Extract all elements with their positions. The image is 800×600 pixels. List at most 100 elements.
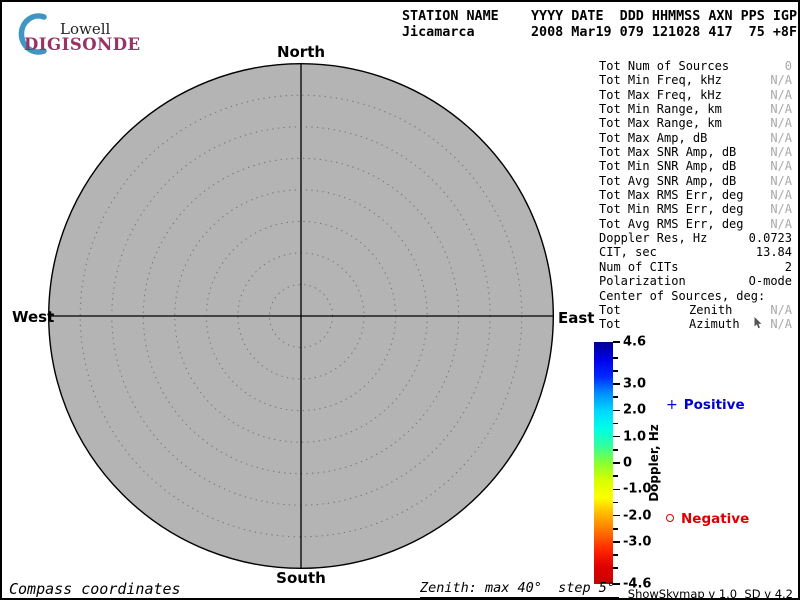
colorbar-minor-tick bbox=[613, 449, 618, 451]
showskymap-window: Lowell DIGISONDE STATION NAME YYYY DATE … bbox=[0, 0, 800, 600]
colorbar-minor-tick bbox=[613, 567, 618, 569]
compass-label-south: South bbox=[276, 569, 326, 587]
stat-value: 2 bbox=[785, 260, 792, 274]
colorbar-minor-tick bbox=[613, 554, 618, 556]
stat-label: Tot Avg SNR Amp, dB bbox=[599, 174, 736, 188]
colorbar-axis-label: Doppler, Hz bbox=[647, 424, 661, 502]
stats-row: Tot Avg SNR Amp, dB N/A bbox=[599, 174, 792, 188]
legend-negative-label: Negative bbox=[681, 511, 749, 527]
colorbar-tick-label: -3.0 bbox=[623, 534, 651, 549]
colorbar-tick-label: 4.6 bbox=[623, 335, 646, 350]
colorbar-minor-tick bbox=[613, 396, 618, 398]
mouse-cursor-icon bbox=[753, 314, 764, 333]
digisonde-logo: Lowell DIGISONDE bbox=[10, 10, 170, 58]
stats-row: Tot Num of Sources 0 bbox=[599, 59, 792, 73]
colorbar-tick-label: -2.0 bbox=[623, 508, 651, 523]
stat-value: N/A bbox=[770, 159, 792, 173]
stats-row: Tot Avg RMS Err, deg N/A bbox=[599, 217, 792, 231]
stat-value: N/A bbox=[770, 116, 792, 130]
stat-sublabel: Zenith bbox=[689, 303, 732, 317]
stats-row: PolarizationO-mode bbox=[599, 274, 792, 288]
skymap-plot bbox=[47, 62, 555, 570]
compass-label-west: West bbox=[12, 308, 54, 326]
zenith-range-note: Zenith: max 40° step 5° bbox=[420, 580, 619, 598]
colorbar-tick-label: 3.0 bbox=[623, 377, 646, 392]
colorbar-major-tick bbox=[613, 410, 620, 412]
stat-value: 0 bbox=[785, 59, 792, 73]
stat-label: Tot Min SNR Amp, dB bbox=[599, 159, 736, 173]
station-header: STATION NAME YYYY DATE DDD HHMMSS AXN PP… bbox=[402, 9, 797, 41]
stat-label: Num of CITs bbox=[599, 260, 678, 274]
stat-value: N/A bbox=[770, 217, 792, 231]
stat-label: Tot Num of Sources bbox=[599, 59, 729, 73]
stat-value: N/A bbox=[770, 317, 792, 331]
stat-label: Tot bbox=[599, 317, 621, 331]
stat-label: Tot Max Amp, dB bbox=[599, 131, 707, 145]
stat-label: Tot Avg RMS Err, deg bbox=[599, 217, 744, 231]
stat-label: Tot bbox=[599, 303, 621, 317]
stat-value: 0.0723 bbox=[749, 231, 792, 245]
stats-row: Doppler Res, Hz 0.0723 bbox=[599, 231, 792, 245]
stat-value: N/A bbox=[770, 188, 792, 202]
stat-label: CIT, sec bbox=[599, 245, 657, 259]
stats-row: Tot Min RMS Err, deg N/A bbox=[599, 202, 792, 216]
stats-row: Tot Max Range, km N/A bbox=[599, 116, 792, 130]
stat-label: Tot Min RMS Err, deg bbox=[599, 202, 744, 216]
colorbar-minor-tick bbox=[613, 528, 618, 530]
stat-label: Tot Min Range, km bbox=[599, 102, 722, 116]
colorbar-major-tick bbox=[613, 383, 620, 385]
coordinates-mode-note: Compass coordinates bbox=[9, 580, 211, 600]
colorbar-major-tick bbox=[613, 341, 620, 343]
compass-label-north: North bbox=[277, 43, 325, 61]
stat-label: Doppler Res, Hz bbox=[599, 231, 707, 245]
colorbar-tick-label: 0 bbox=[623, 456, 632, 471]
compass-label-east: East bbox=[558, 309, 594, 327]
colorbar-major-tick bbox=[613, 541, 620, 543]
colorbar-minor-tick bbox=[613, 370, 618, 372]
stats-row: Tot Min SNR Amp, dB N/A bbox=[599, 159, 792, 173]
stats-panel: Tot Num of Sources0Tot Min Freq, kHzN/AT… bbox=[599, 59, 792, 332]
colorbar-tick-label: 1.0 bbox=[623, 429, 646, 444]
legend-positive: + Positive bbox=[666, 397, 745, 413]
stat-label: Tot Max Freq, kHz bbox=[599, 88, 722, 102]
stats-row: Tot Min Freq, kHz N/A bbox=[599, 73, 792, 87]
colorbar-tick-label: 2.0 bbox=[623, 403, 646, 418]
version-note: ShowSkymap v 1.0 SD v 4.2 bbox=[628, 587, 793, 600]
stat-label: Tot Min Freq, kHz bbox=[599, 73, 722, 87]
logo-digisonde-text: DIGISONDE bbox=[24, 35, 141, 54]
stats-row: Tot Max Freq, kHz N/A bbox=[599, 88, 792, 102]
stat-value: N/A bbox=[770, 73, 792, 87]
stat-value: N/A bbox=[770, 88, 792, 102]
stat-label: Tot Max Range, km bbox=[599, 116, 722, 130]
stat-value: N/A bbox=[770, 131, 792, 145]
stat-value: N/A bbox=[770, 174, 792, 188]
stats-row: Tot Min Range, km N/A bbox=[599, 102, 792, 116]
stats-row: Tot Max Amp, dB N/A bbox=[599, 131, 792, 145]
stats-row: Num of CITs 2 bbox=[599, 260, 792, 274]
stat-value: N/A bbox=[770, 202, 792, 216]
circle-marker-icon bbox=[666, 514, 674, 522]
stats-row: Center of Sources, deg: bbox=[599, 289, 792, 303]
stat-sublabel: Azimuth bbox=[689, 317, 740, 331]
station-header-values: Jicamarca 2008 Mar19 079 121028 417 75 +… bbox=[402, 25, 797, 40]
stat-label: Tot Max SNR Amp, dB bbox=[599, 145, 736, 159]
stat-value: O-mode bbox=[749, 274, 792, 288]
legend-positive-label: Positive bbox=[684, 397, 745, 413]
stats-row: CIT, sec 13.84 bbox=[599, 245, 792, 259]
colorbar-minor-tick bbox=[613, 357, 618, 359]
colorbar-major-tick bbox=[613, 515, 620, 517]
station-header-labels: STATION NAME YYYY DATE DDD HHMMSS AXN PP… bbox=[402, 9, 797, 24]
stat-label: Center of Sources, deg: bbox=[599, 289, 765, 303]
plus-marker-icon: + bbox=[666, 397, 678, 413]
stats-row: Tot Max RMS Err, deg N/A bbox=[599, 188, 792, 202]
colorbar-major-tick bbox=[613, 436, 620, 438]
colorbar-minor-tick bbox=[613, 502, 618, 504]
colorbar-gradient bbox=[594, 342, 613, 584]
colorbar-major-tick bbox=[613, 462, 620, 464]
stat-label: Tot Max RMS Err, deg bbox=[599, 188, 744, 202]
colorbar-minor-tick bbox=[613, 475, 618, 477]
stat-value: N/A bbox=[770, 102, 792, 116]
colorbar-minor-tick bbox=[613, 423, 618, 425]
stat-value: N/A bbox=[770, 303, 792, 317]
stat-value: 13.84 bbox=[756, 245, 792, 259]
